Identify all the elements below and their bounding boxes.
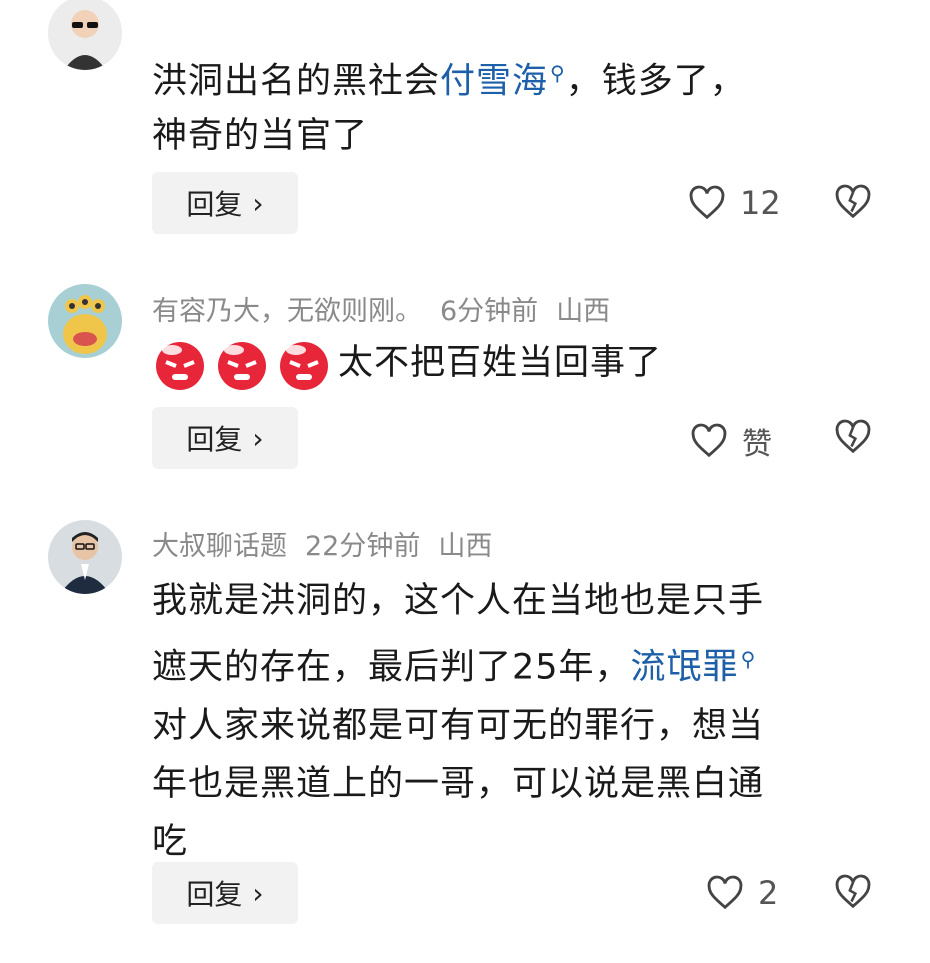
comment-text: 太不把百姓当回事了 xyxy=(152,336,872,392)
heart-icon xyxy=(689,185,725,220)
like-button[interactable]: 12 xyxy=(688,184,781,222)
search-icon: ⚲ xyxy=(740,647,757,671)
angry-face-icon xyxy=(280,342,328,390)
angry-face-icon xyxy=(156,342,204,390)
broken-heart-icon xyxy=(835,874,871,909)
chevron-right-icon: › xyxy=(252,876,264,910)
like-label: 赞 xyxy=(742,427,772,462)
search-icon: ⚲ xyxy=(550,61,566,85)
heart-icon xyxy=(691,423,727,458)
location: 山西 xyxy=(556,296,611,327)
avatar[interactable] xyxy=(48,0,122,70)
like-button[interactable]: 赞 xyxy=(690,419,772,463)
like-button[interactable]: 2 xyxy=(706,874,778,912)
timestamp: 6分钟前 xyxy=(440,296,539,327)
comment-meta: 大叔聊话题 22分钟前 山西 xyxy=(152,524,510,563)
dislike-button[interactable] xyxy=(834,874,872,910)
username[interactable]: 大叔聊话题 xyxy=(152,531,287,562)
chevron-right-icon: › xyxy=(252,186,264,220)
angry-face-icon xyxy=(218,342,266,390)
dislike-button[interactable] xyxy=(834,184,872,220)
like-count: 12 xyxy=(740,184,781,222)
location: 山西 xyxy=(438,531,493,562)
reply-button[interactable]: 回复 › xyxy=(152,172,298,234)
dislike-button[interactable] xyxy=(834,419,872,455)
avatar[interactable] xyxy=(48,284,122,358)
keyword-link[interactable]: 付雪海 xyxy=(440,62,548,102)
keyword-link[interactable]: 流氓罪 xyxy=(631,648,739,688)
comment-text: 我就是洪洞的，这个人在当地也是只手 遮天的存在，最后判了25年，流氓罪 ⚲ 对人家… xyxy=(152,581,765,862)
username[interactable]: 有容乃大，无欲则刚。 xyxy=(152,296,422,327)
reply-button[interactable]: 回复 › xyxy=(152,862,298,924)
avatar[interactable] xyxy=(48,520,122,594)
broken-heart-icon xyxy=(835,184,871,219)
heart-icon xyxy=(707,875,743,910)
like-count: 2 xyxy=(758,874,779,912)
broken-heart-icon xyxy=(835,419,871,454)
timestamp: 22分钟前 xyxy=(305,531,421,562)
chevron-right-icon: › xyxy=(252,421,264,455)
comment-meta: 有容乃大，无欲则刚。 6分钟前 山西 xyxy=(152,289,628,328)
reply-button[interactable]: 回复 › xyxy=(152,407,298,469)
comment-text: 洪洞出名的黑社会付雪海 ⚲，钱多了， 神奇的当官了 xyxy=(152,61,746,156)
